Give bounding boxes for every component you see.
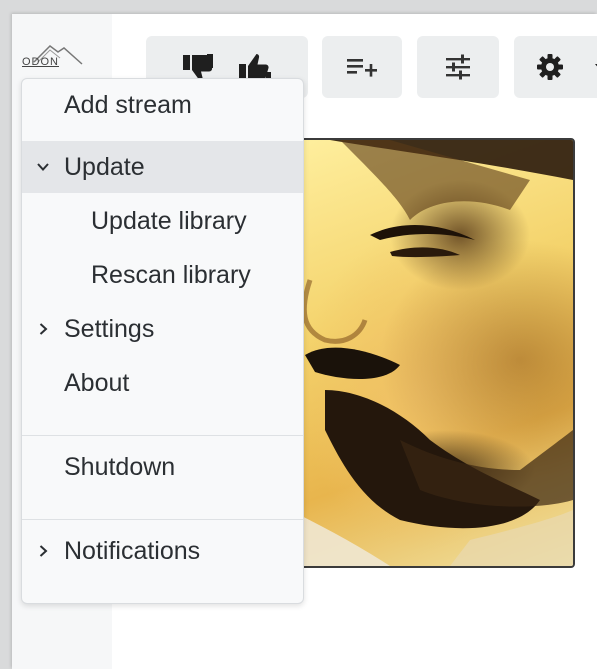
menu-item-label: Update	[64, 152, 145, 181]
chevron-down-icon	[37, 163, 49, 171]
logo-text: ODON	[22, 56, 59, 68]
tune-sliders-icon	[446, 54, 470, 80]
menu-item-notifications[interactable]: Notifications	[22, 525, 303, 577]
chevron-right-icon	[39, 323, 48, 335]
menu-divider	[22, 435, 303, 436]
add-to-queue-button[interactable]	[322, 36, 402, 98]
menu-item-update-library[interactable]: Update library	[22, 195, 303, 247]
playlist-add-icon	[347, 59, 377, 77]
menu-divider	[22, 519, 303, 520]
menu-item-label: Notifications	[64, 536, 201, 565]
menu-item-update[interactable]: Update	[22, 141, 303, 193]
menu-item-label: Settings	[64, 314, 155, 343]
album-cover-image	[268, 138, 575, 568]
chevron-right-icon	[39, 545, 48, 557]
app-window: ODON Add stream Update Update library Re…	[12, 14, 597, 669]
menu-item-about[interactable]: About	[22, 357, 303, 409]
menu-item-add-stream[interactable]: Add stream	[22, 79, 303, 131]
gear-icon	[537, 54, 563, 80]
app-logo[interactable]: ODON	[20, 40, 86, 74]
settings-dropdown-button[interactable]	[514, 36, 597, 98]
main-menu-dropdown: Add stream Update Update library Rescan …	[21, 78, 304, 604]
adjust-button[interactable]	[417, 36, 499, 98]
menu-item-rescan-library[interactable]: Rescan library	[22, 249, 303, 301]
menu-item-label: Shutdown	[64, 452, 176, 481]
menu-item-settings[interactable]: Settings	[22, 303, 303, 355]
menu-item-label: About	[64, 368, 130, 397]
menu-item-shutdown[interactable]: Shutdown	[22, 441, 303, 493]
album-portrait-shapes	[270, 140, 573, 566]
menu-item-label: Add stream	[64, 90, 192, 119]
menu-item-label: Update library	[91, 206, 247, 235]
menu-item-label: Rescan library	[91, 260, 251, 289]
